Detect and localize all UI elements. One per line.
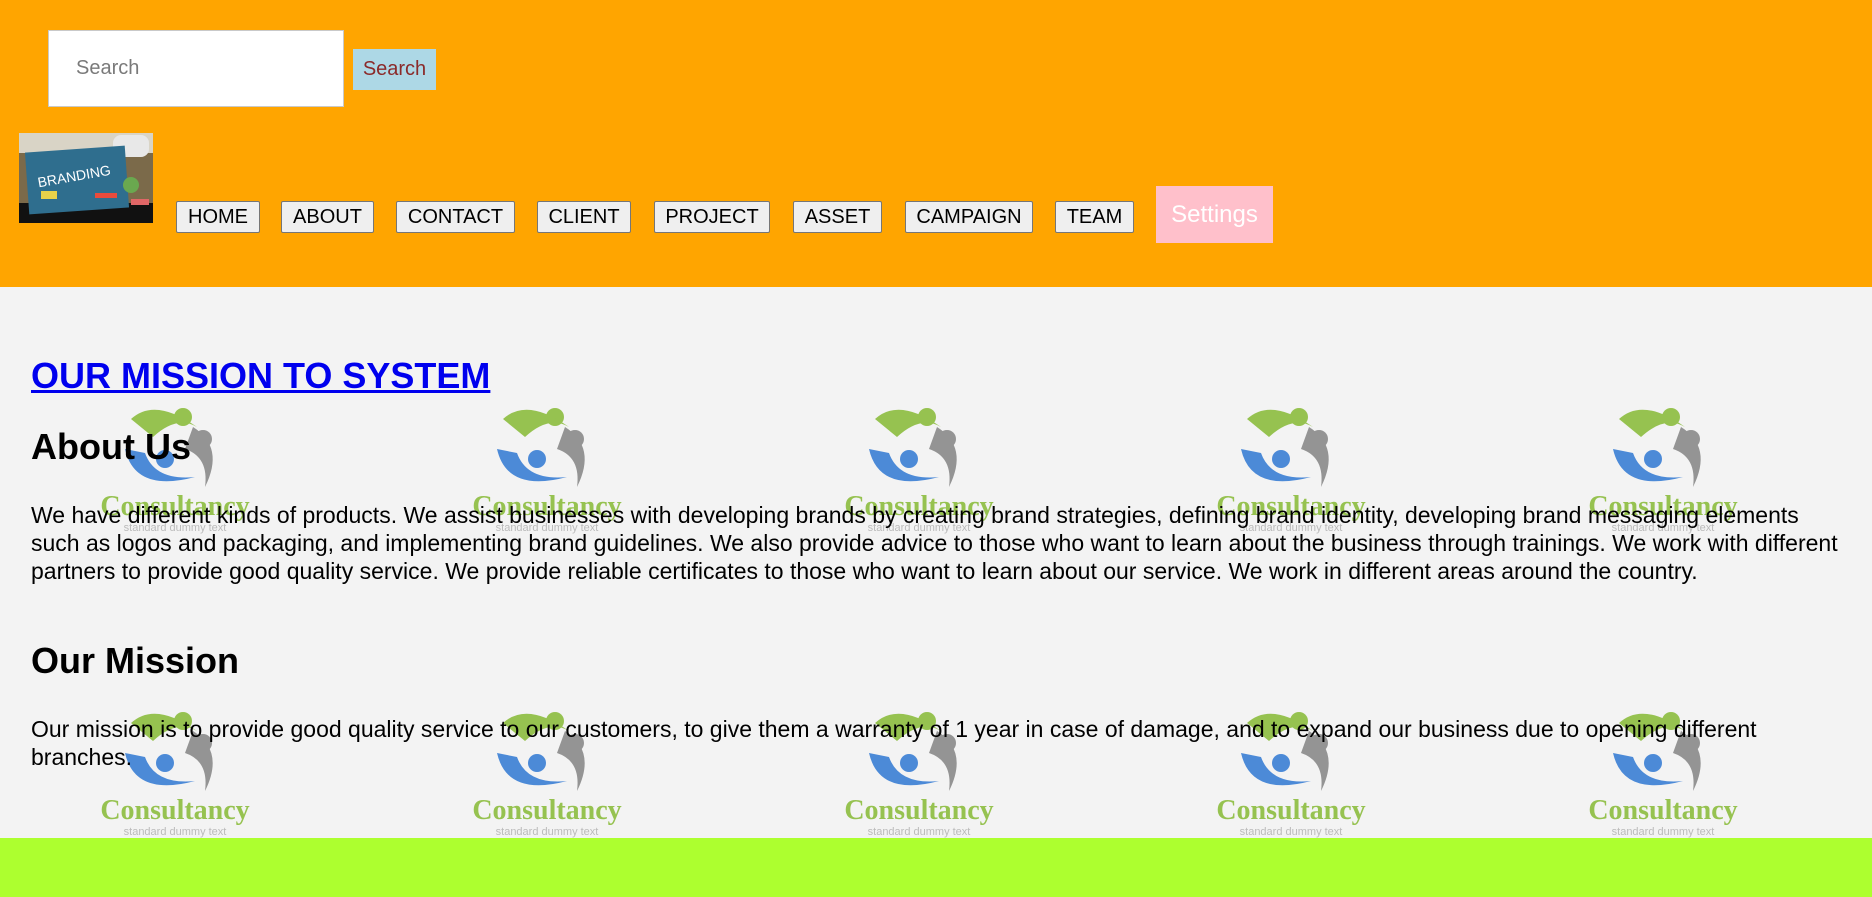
search-input[interactable]: [48, 30, 344, 107]
search-button[interactable]: Search: [353, 49, 436, 90]
watermark-tagline-text: standard dummy text: [1612, 826, 1715, 838]
nav-asset-button[interactable]: ASSET: [793, 201, 882, 233]
nav-home-button[interactable]: HOME: [176, 201, 260, 233]
branding-logo-icon: BRANDING: [19, 133, 153, 223]
about-paragraph: We have different kinds of products. We …: [31, 502, 1838, 584]
watermark-brand-text: Consultancy: [472, 795, 621, 826]
watermark-brand-text: Consultancy: [1588, 795, 1737, 826]
watermark-tagline-text: standard dummy text: [496, 826, 599, 838]
branding-logo-image[interactable]: BRANDING: [19, 133, 153, 223]
mission-heading: Our Mission: [31, 640, 240, 681]
nav-client-button[interactable]: CLIENT: [537, 201, 631, 233]
nav-about-button[interactable]: ABOUT: [281, 201, 374, 233]
watermark-brand-text: Consultancy: [1216, 795, 1365, 826]
watermark-brand-text: Consultancy: [844, 795, 993, 826]
nav-campaign-button[interactable]: CAMPAIGN: [905, 201, 1033, 233]
watermark-brand-text: Consultancy: [100, 795, 249, 826]
mission-title-link[interactable]: OUR MISSION TO SYSTEM: [31, 355, 490, 397]
watermark-tagline-text: standard dummy text: [1240, 826, 1343, 838]
header-bar: Search BRANDING HOME ABOUT CONTACT CLIEN…: [0, 0, 1872, 287]
watermark-tagline-text: standard dummy text: [868, 826, 971, 838]
nav-project-button[interactable]: PROJECT: [654, 201, 770, 233]
footer-bar: [0, 838, 1872, 897]
about-heading: About Us: [31, 426, 191, 467]
nav-contact-button[interactable]: CONTACT: [396, 201, 515, 233]
watermark-tagline-text: standard dummy text: [124, 826, 227, 838]
main-content: Consultancy standard dummy text Consultanc…: [0, 287, 1872, 838]
mission-paragraph: Our mission is to provide good quality s…: [31, 716, 1757, 770]
settings-button[interactable]: Settings: [1156, 186, 1273, 243]
nav-team-button[interactable]: TEAM: [1055, 201, 1134, 233]
